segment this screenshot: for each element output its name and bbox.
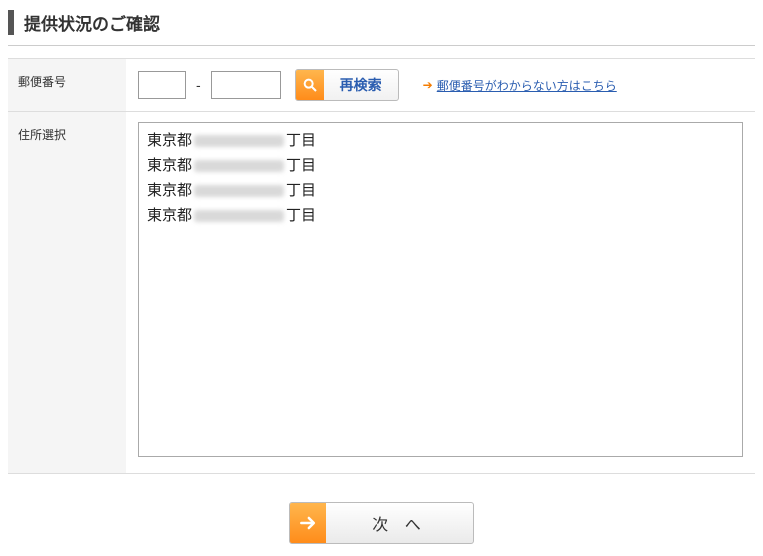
next-button-wrap: 次 へ <box>8 502 755 544</box>
research-button-label: 再検索 <box>324 75 398 95</box>
title-divider <box>8 45 755 46</box>
address-item-prefix: 東京都 <box>147 132 192 149</box>
arrow-right-icon: ➔ <box>423 78 433 92</box>
postal-label: 郵便番号 <box>8 59 126 111</box>
address-item-prefix: 東京都 <box>147 157 192 174</box>
address-item-suffix: 丁目 <box>286 132 316 149</box>
address-item-suffix: 丁目 <box>286 157 316 174</box>
address-item[interactable]: 東京都 丁目 <box>147 127 734 152</box>
address-item-prefix: 東京都 <box>147 182 192 199</box>
research-button[interactable]: 再検索 <box>295 69 399 101</box>
postal-dash: - <box>196 77 201 93</box>
address-listbox[interactable]: 東京都丁目東京都丁目東京都丁目東京都丁目 <box>138 122 743 457</box>
address-item-suffix: 丁目 <box>286 182 316 199</box>
postal-input-1[interactable] <box>138 71 186 99</box>
address-item-prefix: 東京都 <box>147 207 192 224</box>
postal-row: 郵便番号 - 再検索 ➔ 郵便番号がわからない方はこちら <box>8 59 755 112</box>
address-row: 住所選択 東京都丁目東京都丁目東京都丁目東京都丁目 <box>8 112 755 473</box>
next-button[interactable]: 次 へ <box>289 502 473 544</box>
redacted-text <box>194 210 284 222</box>
address-item-suffix: 丁目 <box>286 207 316 224</box>
address-label: 住所選択 <box>8 112 126 473</box>
arrow-right-icon <box>290 503 326 543</box>
postal-help-link[interactable]: 郵便番号がわからない方はこちら <box>437 77 617 94</box>
page-header: 提供状況のご確認 <box>8 10 755 35</box>
postal-content: - 再検索 ➔ 郵便番号がわからない方はこちら <box>126 59 755 111</box>
next-button-label: 次 へ <box>326 511 472 535</box>
address-item[interactable]: 東京都 丁目 <box>147 177 734 202</box>
help-link-wrap: ➔ 郵便番号がわからない方はこちら <box>423 77 617 94</box>
redacted-text <box>194 160 284 172</box>
page-title: 提供状況のご確認 <box>24 10 755 35</box>
address-item[interactable]: 東京都 丁目 <box>147 202 734 227</box>
postal-input-2[interactable] <box>211 71 281 99</box>
search-icon <box>296 70 324 100</box>
address-content: 東京都丁目東京都丁目東京都丁目東京都丁目 <box>126 112 755 473</box>
form-table: 郵便番号 - 再検索 ➔ 郵便番号がわからない方はこちら 住所選択 <box>8 58 755 474</box>
address-item[interactable]: 東京都 丁目 <box>147 152 734 177</box>
redacted-text <box>194 135 284 147</box>
redacted-text <box>194 185 284 197</box>
